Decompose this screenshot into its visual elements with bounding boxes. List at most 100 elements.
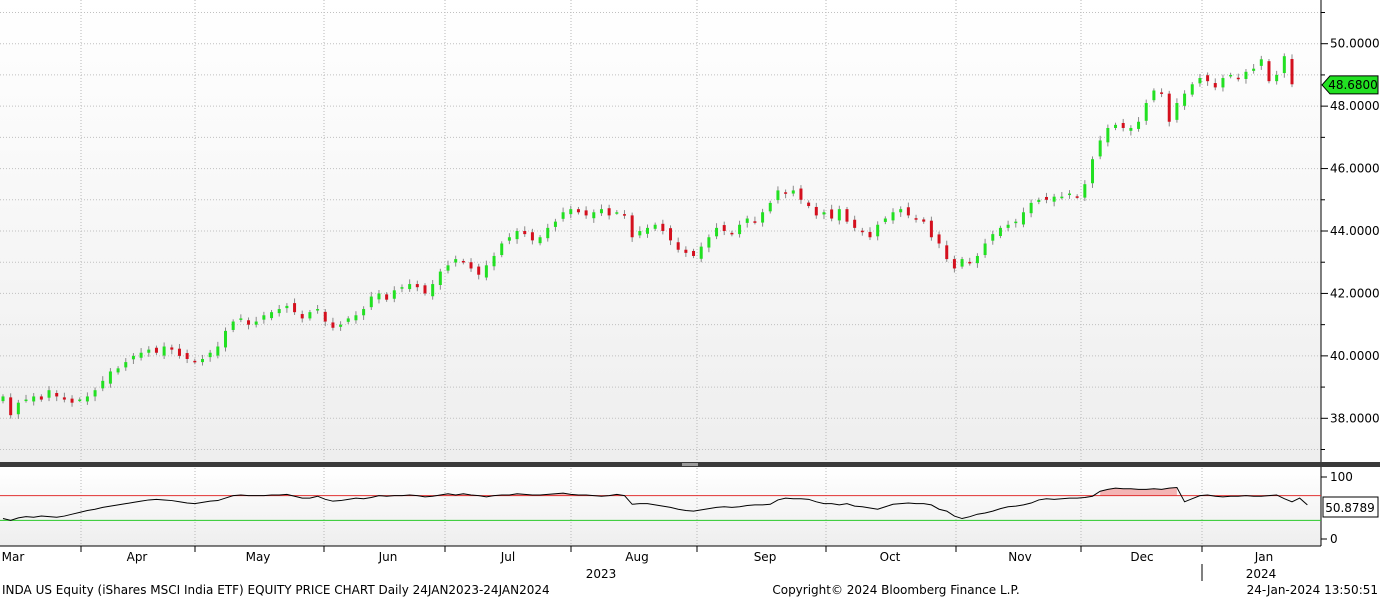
- candle-body-down: [945, 245, 949, 260]
- candle-body-down: [477, 266, 481, 275]
- candle-body-up: [638, 231, 642, 236]
- y-tick-label: 40.0000: [1330, 349, 1380, 363]
- candle-body-up: [124, 362, 128, 368]
- candle-body-up: [899, 209, 903, 213]
- candle-body-up: [316, 309, 320, 311]
- candle-body-down: [1206, 75, 1210, 82]
- candle-body-up: [1144, 103, 1148, 121]
- candle-body-down: [247, 320, 251, 325]
- candle-body-up: [308, 312, 312, 319]
- candle-body-down: [684, 249, 688, 253]
- candle-body-up: [270, 312, 274, 319]
- x-tick-label: Aug: [625, 550, 648, 564]
- candle-body-up: [339, 324, 343, 327]
- candle-body-down: [415, 284, 419, 288]
- x-tick-label: Jun: [378, 550, 398, 564]
- candle-body-up: [960, 259, 964, 267]
- x-tick-label: Jan: [1254, 550, 1274, 564]
- candle-body-up: [791, 190, 795, 194]
- rsi-last-value-tag: 50.8789: [1322, 496, 1379, 518]
- panel-resize-handle[interactable]: [682, 463, 698, 466]
- candle-body-down: [39, 396, 43, 400]
- candle-body-down: [730, 232, 734, 235]
- rsi-tick-label: 100: [1330, 470, 1353, 484]
- candle: [1091, 156, 1095, 188]
- candle-body-up: [891, 212, 895, 221]
- candle-body-down: [177, 348, 181, 356]
- candle-body-up: [346, 318, 350, 322]
- candle-body-up: [776, 190, 780, 201]
- price-chart-canvas: 38.0000 40.0000 42.0000 44.0000 46.0000 48.00…: [0, 0, 1380, 597]
- candle-body-up: [277, 309, 281, 314]
- candle-body-up: [446, 265, 450, 271]
- candle-body-down: [853, 219, 857, 228]
- candle-body-up: [1067, 193, 1071, 196]
- candle-body-up: [975, 255, 979, 264]
- candle-body-up: [715, 227, 719, 237]
- candle-body-up: [592, 212, 596, 219]
- candle-body-up: [1029, 202, 1033, 214]
- footer-chart-description: INDA US Equity (iShares MSCI India ETF) …: [2, 583, 550, 597]
- x-tick-label: Apr: [127, 550, 148, 564]
- candle-body-up: [569, 209, 573, 215]
- candle-body-up: [515, 231, 519, 240]
- candle-body-down: [1213, 83, 1217, 88]
- candle-body-up: [162, 346, 166, 356]
- candle-body-up: [883, 218, 887, 222]
- candle-body-down: [9, 397, 13, 416]
- x-tick-label: Sep: [754, 550, 777, 564]
- x-tick-label: Nov: [1008, 550, 1031, 564]
- candle-body-up: [1060, 196, 1064, 199]
- candle-body-up: [1198, 78, 1202, 84]
- candle-body-down: [814, 206, 818, 216]
- candle-body-down: [914, 218, 918, 220]
- candle-body-up: [392, 290, 396, 299]
- candle-body-up: [1021, 212, 1025, 225]
- candle-body-up: [983, 243, 987, 256]
- y-tick-label: 44.0000: [1330, 224, 1380, 238]
- candle-body-up: [454, 259, 458, 263]
- candle-body-down: [692, 250, 696, 256]
- candle-body-down: [461, 260, 465, 263]
- candle-body-up: [1114, 124, 1118, 128]
- candle-body-down: [868, 231, 872, 238]
- footer-timestamp: 24-Jan-2024 13:50:51: [1247, 583, 1378, 597]
- candle-body-up: [108, 371, 112, 384]
- y-tick-label: 38.0000: [1330, 411, 1380, 425]
- candle-body-up: [561, 212, 565, 219]
- candle-body-down: [607, 208, 611, 216]
- candle-body-down: [860, 230, 864, 233]
- candle-body-up: [369, 296, 373, 308]
- candle-body-up: [1129, 127, 1133, 131]
- candle-body-up: [1052, 196, 1056, 202]
- candle-body-up: [1259, 59, 1263, 66]
- candle-body-up: [116, 368, 120, 373]
- candle-body-down: [929, 220, 933, 238]
- candle-body-down: [1290, 58, 1294, 85]
- candle-body-up: [507, 237, 511, 241]
- rsi-last-value-label: 50.8789: [1325, 501, 1375, 515]
- candle-body-up: [139, 352, 143, 358]
- y-tick-label: 46.0000: [1330, 162, 1380, 176]
- candle-body-up: [400, 287, 404, 289]
- candle-body-up: [1244, 71, 1248, 79]
- candle-body-up: [408, 284, 412, 290]
- y-tick-label: 48.0000: [1330, 99, 1380, 113]
- candle-body-up: [1175, 103, 1179, 120]
- candle-body-down: [845, 209, 849, 222]
- x-axis-year-label-2024: 2024: [1246, 567, 1277, 581]
- candle-body-down: [937, 234, 941, 244]
- candle-body-down: [185, 353, 189, 359]
- candle-body-up: [822, 212, 826, 215]
- candle: [500, 241, 504, 258]
- candle-body-down: [323, 311, 327, 322]
- footer-copyright: Copyright© 2024 Bloomberg Finance L.P.: [772, 583, 1019, 597]
- rsi-panel-background: [0, 468, 1321, 546]
- candle-body-up: [78, 399, 82, 402]
- candle-body-up: [1221, 78, 1225, 88]
- candle: [1167, 90, 1171, 127]
- candle-body-up: [16, 402, 20, 415]
- candle-body-down: [753, 221, 757, 223]
- candle-body-up: [653, 224, 657, 229]
- candle-body-up: [1083, 184, 1087, 198]
